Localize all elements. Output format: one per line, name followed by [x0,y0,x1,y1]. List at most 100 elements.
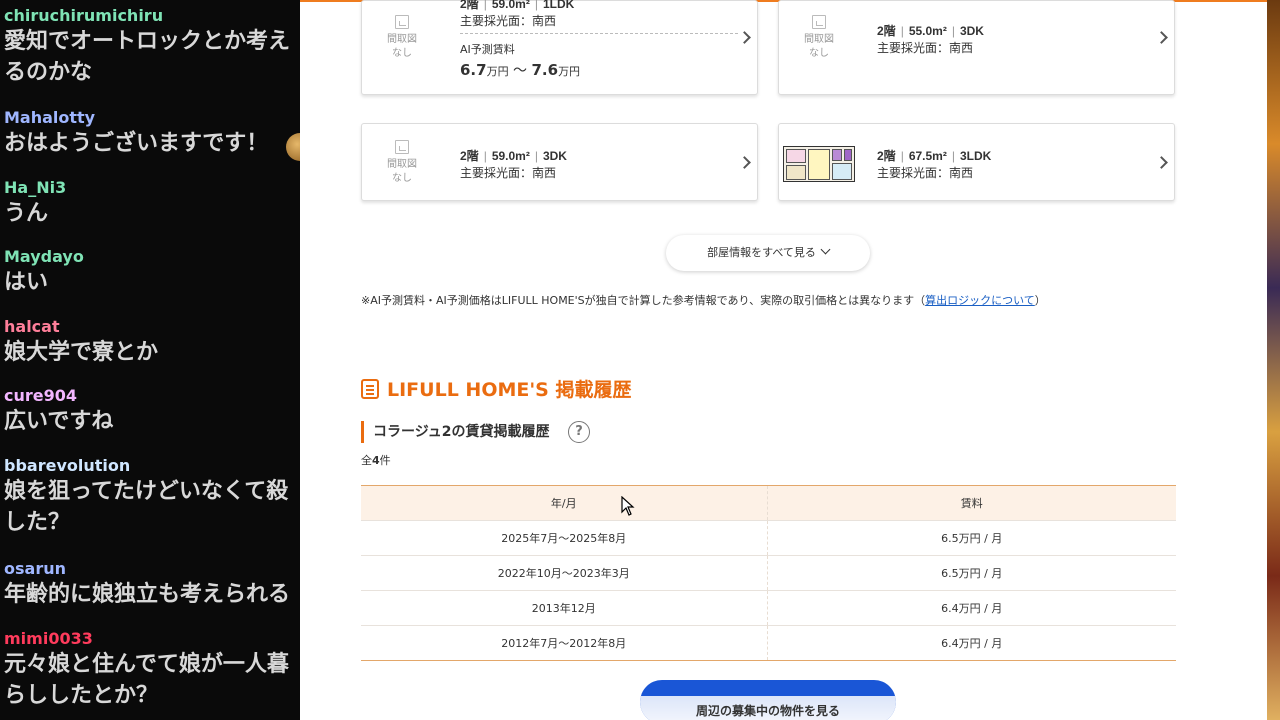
period-cell: 2025年7月〜2025年8月 [361,520,768,556]
help-icon[interactable]: ? [568,421,590,443]
chat-text: 娘を狙ってたけどいなくて殺 [4,479,289,504]
chat-text: 愛知でオートロックとか考え [4,29,291,54]
chevron-right-icon [738,156,751,169]
chat-username: osarun [4,559,66,578]
chat-message: cure904 広いですね [4,386,113,437]
room-light-direction: 主要採光面：南西 [877,41,974,55]
divider [460,33,738,34]
room-spec: 2階 | 67.5m² | 3LDK [877,149,992,163]
room-light-direction: 主要採光面：南西 [877,166,974,180]
table-row: 2025年7月〜2025年8月 6.5万円 / 月 [361,520,1176,556]
no-plan-label: なし [809,48,829,59]
chat-message: osarun 年齢的に娘独立も考えられる [4,559,290,610]
no-floorplan-placeholder: 間取図 なし [382,15,422,61]
calculation-logic-link[interactable]: 算出ロジックについて [925,294,1035,307]
chat-text: 元々娘と住んでて娘が一人暮 [4,652,289,677]
listing-history-table: 年/月 賃料 2025年7月〜2025年8月 6.5万円 / 月 2022年10… [361,485,1176,661]
chat-text: らししたとか？ [4,683,159,708]
room-spec: 2階 | 55.0m² | 3DK [877,24,984,38]
room-card[interactable]: 間取図 なし 2階 | 55.0m² | 3DK 主要採光面：南西 [778,0,1175,95]
floorplan-room [832,149,842,161]
table-row: 2013年12月 6.4万円 / 月 [361,590,1176,626]
chevron-right-icon [1155,156,1168,169]
chat-text: おはようございますです！ [4,131,269,156]
ai-price-notice: ※AI予測賃料・AI予測価格はLIFULL HOME'Sが独自で計算した参考情報… [361,292,1046,308]
no-plan-label: 間取図 [804,34,834,45]
period-cell: 2012年7月〜2012年8月 [361,625,768,661]
chevron-down-icon [820,244,831,255]
chat-username: bbarevolution [4,456,131,475]
rent-cell: 6.4万円 / 月 [767,625,1176,661]
notice-text: ） [1034,294,1046,307]
floorplan-room [786,149,806,163]
floorplan-room [832,163,852,180]
no-floorplan-placeholder: 間取図 なし [799,15,839,61]
show-all-rooms-label: 部屋情報をすべて見る [707,246,816,259]
no-plan-label: なし [392,173,412,184]
chat-username: Maydayo [4,247,84,266]
chat-text: るのかな [4,60,93,85]
chat-text: うん [4,201,49,226]
nearby-listings-button[interactable]: 周辺の募集中の物件を見る [640,680,896,720]
chevron-right-icon [1155,31,1168,44]
table-row: 2022年10月〜2023年3月 6.5万円 / 月 [361,555,1176,591]
chat-text: はい [4,270,49,295]
table-row: 2012年7月〜2012年8月 6.4万円 / 月 [361,625,1176,661]
room-card[interactable]: 間取図 なし 2階 | 59.0m² | 1LDK 主要採光面：南西 AI予測賃料 6.… [361,0,758,95]
chat-text: 年齢的に娘独立も考えられる [4,582,291,607]
room-light-direction: 主要採光面：南西 [460,14,557,28]
floorplan-image-icon [812,15,826,29]
chat-message: mimi0033 元々娘と住んでて娘が一人暮 らししたとか？ [4,629,289,711]
chat-username: mimi0033 [4,629,93,648]
room-card[interactable]: 間取図 なし 2階 | 59.0m² | 3DK 主要採光面：南西 [361,123,758,201]
chat-message: chiruchirumichiru 愛知でオートロックとか考え るのかな [4,6,290,88]
floorplan-image-icon [395,15,409,29]
no-plan-label: 間取図 [387,34,417,45]
rent-cell: 6.5万円 / 月 [767,555,1176,591]
rent-cell: 6.5万円 / 月 [767,520,1176,556]
room-spec: 2階 | 59.0m² | 3DK [460,149,567,163]
rental-history-subtitle: コラージュ2の賃貸掲載履歴 [361,421,549,443]
document-icon [361,379,379,399]
chat-message: halcat 娘大学で寮とか [4,317,158,368]
chat-message: Ha_Ni3 うん [4,178,66,229]
ai-rent-label: AI予測賃料 [460,43,515,56]
column-header-period: 年/月 [361,485,768,521]
stream-background-art [1267,0,1280,720]
no-plan-label: 間取図 [387,159,417,170]
no-floorplan-placeholder: 間取図 なし [382,140,422,186]
floorplan-thumbnail [783,146,855,182]
chat-username: cure904 [4,386,78,405]
room-card[interactable]: 2階 | 67.5m² | 3LDK 主要採光面：南西 [778,123,1175,201]
property-page: 間取図 なし 2階 | 59.0m² | 1LDK 主要採光面：南西 AI予測賃料 6.… [300,0,1267,720]
column-header-rent: 賃料 [960,497,983,510]
period-cell: 2022年10月〜2023年3月 [361,555,768,591]
chat-message: Maydayo はい [4,247,84,298]
chat-text: 娘大学で寮とか [4,340,159,365]
no-plan-label: なし [392,48,412,59]
listing-history-title: LIFULL HOME'S 掲載履歴 [361,375,631,405]
room-spec: 2階 | 59.0m² | 1LDK [460,0,575,11]
ai-rent-value: 6.7万円 〜 7.6万円 [460,61,581,79]
chat-message: Mahalotty おはようございますです！ [4,108,268,159]
floorplan-room [786,165,806,180]
chat-text: 広いですね [4,409,114,434]
section-title-text: LIFULL HOME'S 掲載履歴 [387,379,632,401]
chat-username: Mahalotty [4,108,96,127]
floorplan-image-icon [395,140,409,154]
floorplan-room [808,149,830,180]
floorplan-room [844,149,852,161]
period-cell: 2013年12月 [361,590,768,626]
nearby-listings-label: 周辺の募集中の物件を見る [695,704,840,718]
show-all-rooms-button[interactable]: 部屋情報をすべて見る [666,235,870,271]
room-light-direction: 主要採光面：南西 [460,166,557,180]
chat-username: Ha_Ni3 [4,178,67,197]
listing-count: 全4件 [361,454,391,467]
notice-text: ※AI予測賃料・AI予測価格はLIFULL HOME'Sが独自で計算した参考情報… [361,294,926,307]
chat-text: した？ [4,510,71,535]
chat-username: halcat [4,317,60,336]
rent-cell: 6.4万円 / 月 [767,590,1176,626]
chevron-right-icon [738,31,751,44]
chat-panel: chiruchirumichiru 愛知でオートロックとか考え るのかな Mah… [0,0,300,720]
chat-message: bbarevolution 娘を狙ってたけどいなくて殺 した？ [4,456,288,538]
